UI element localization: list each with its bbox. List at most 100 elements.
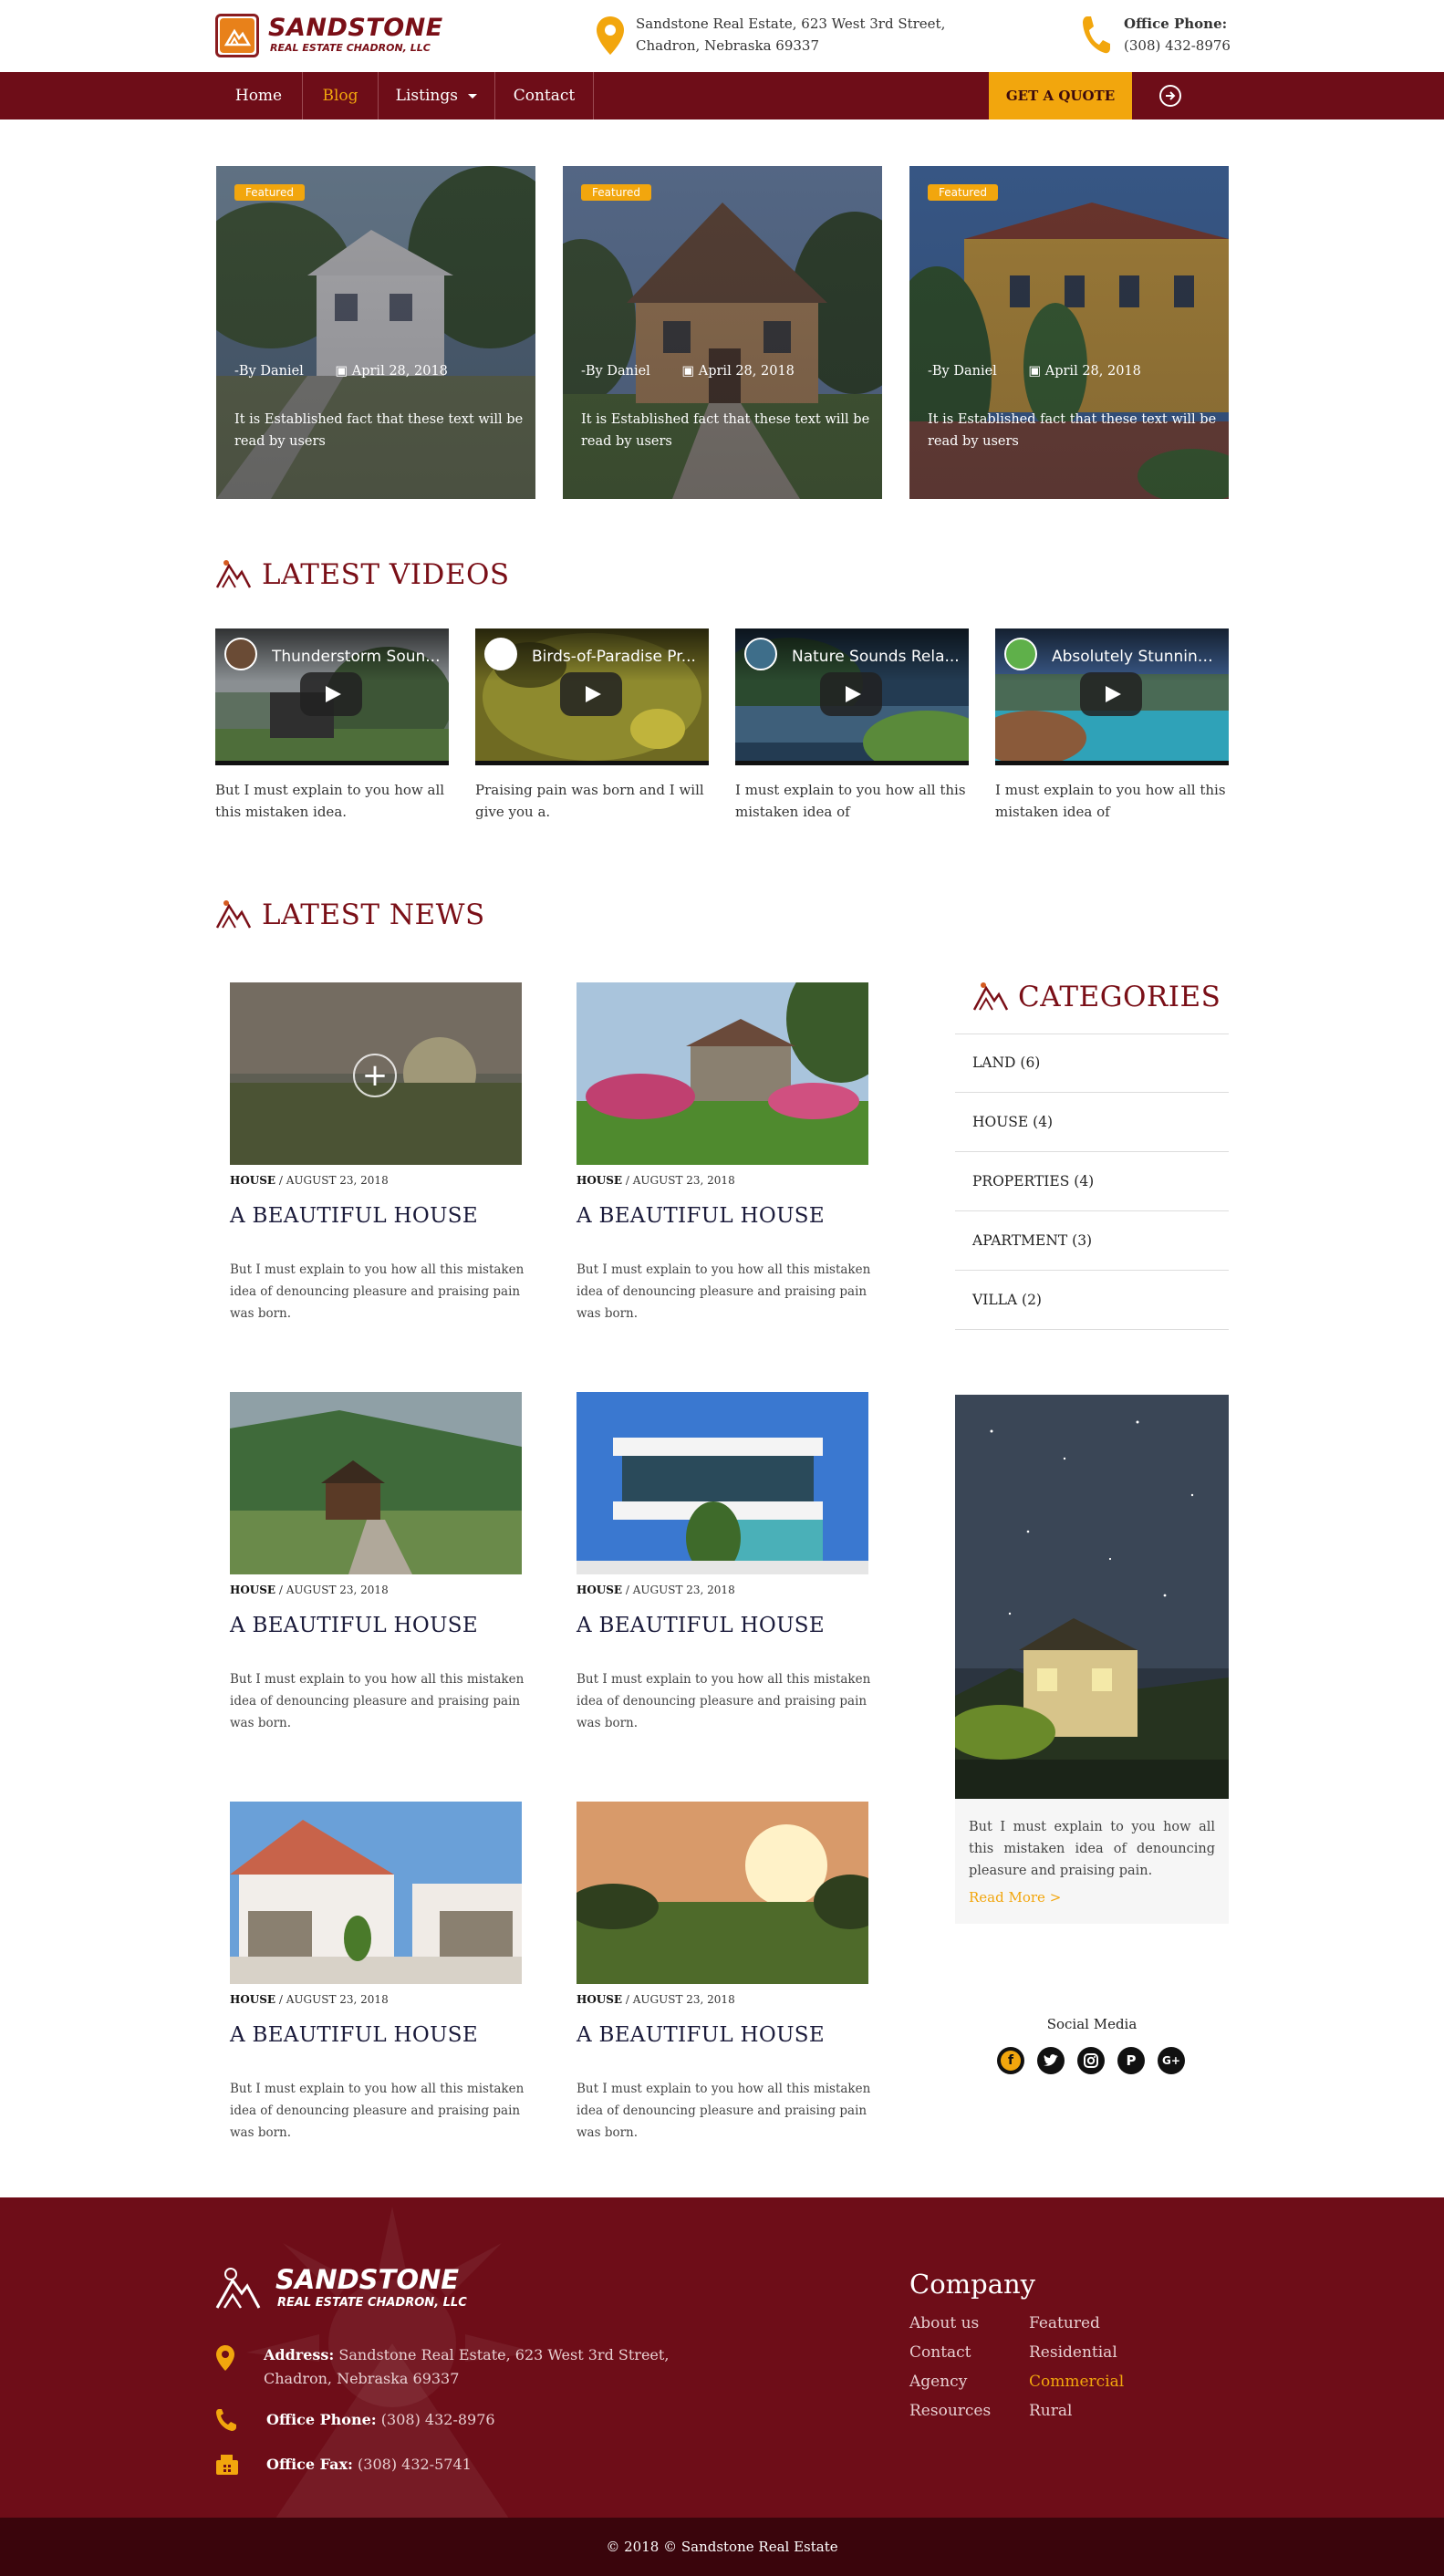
promo-text: But I must explain to you how all this m… bbox=[969, 1820, 1215, 1878]
footer-logo-name: SANDSTONE bbox=[275, 2264, 460, 2295]
news-desc: But I must explain to you how all this m… bbox=[577, 2082, 871, 2140]
featured-text: It is Established fact that these text w… bbox=[234, 412, 524, 449]
promo-card: But I must explain to you how all this m… bbox=[955, 1395, 1229, 1924]
category-item[interactable]: HOUSE (4) bbox=[955, 1093, 1229, 1152]
main-nav: Home Blog Listings Contact bbox=[0, 72, 1444, 119]
news-image[interactable] bbox=[577, 982, 868, 1165]
play-icon[interactable] bbox=[300, 672, 362, 716]
logo-mark-icon bbox=[215, 14, 259, 57]
news-image[interactable] bbox=[230, 1802, 522, 1984]
news-meta: HOUSE / AUGUST 23, 2018 bbox=[577, 1584, 735, 1596]
news-meta: HOUSE / AUGUST 23, 2018 bbox=[230, 1174, 389, 1187]
news-title[interactable]: A BEAUTIFUL HOUSE bbox=[577, 1614, 825, 1637]
site-logo[interactable]: SANDSTONE REAL ESTATE CHADRON, LLC bbox=[215, 13, 445, 60]
news-image[interactable] bbox=[577, 1802, 868, 1984]
news-meta: HOUSE / AUGUST 23, 2018 bbox=[577, 1993, 735, 2006]
get-a-quote-button[interactable]: GET A QUOTE bbox=[989, 72, 1132, 119]
featured-badge: Featured bbox=[234, 184, 305, 201]
copyright: © 2018 © Sandstone Real Estate bbox=[0, 2518, 1444, 2576]
footer-link-about[interactable]: About us bbox=[909, 2314, 979, 2332]
latest-videos-title: LATEST VIDEOS bbox=[262, 558, 510, 591]
footer-link-commercial[interactable]: Commercial bbox=[1029, 2373, 1124, 2391]
logo-name: SANDSTONE bbox=[268, 14, 443, 42]
login-arrow-icon[interactable] bbox=[1159, 85, 1181, 107]
play-icon[interactable] bbox=[1080, 672, 1142, 716]
phone-icon bbox=[215, 2408, 237, 2436]
mountain-icon bbox=[215, 898, 252, 933]
nav-listings[interactable]: Listings bbox=[379, 72, 495, 119]
news-desc: But I must explain to you how all this m… bbox=[577, 1672, 871, 1730]
featured-text: It is Established fact that these text w… bbox=[928, 412, 1217, 449]
news-meta: HOUSE / AUGUST 23, 2018 bbox=[230, 1993, 389, 2006]
news-title[interactable]: A BEAUTIFUL HOUSE bbox=[577, 2023, 825, 2047]
nav-home[interactable]: Home bbox=[215, 72, 303, 119]
category-item[interactable]: LAND (6) bbox=[955, 1034, 1229, 1093]
mountain-icon bbox=[215, 558, 252, 593]
news-desc: But I must explain to you how all this m… bbox=[230, 1262, 525, 1321]
footer-link-resources[interactable]: Resources bbox=[909, 2402, 991, 2420]
video-caption: I must explain to you how all this mista… bbox=[735, 782, 966, 820]
featured-meta: -By Daniel ▣ April 28, 2018 bbox=[928, 364, 1141, 379]
video-card[interactable]: Birds-of-Paradise Pr... bbox=[475, 628, 709, 765]
news-desc: But I must explain to you how all this m… bbox=[230, 2082, 525, 2140]
video-title: Absolutely Stunning ... bbox=[1052, 648, 1221, 666]
channel-avatar bbox=[1004, 638, 1037, 670]
header-address: Sandstone Real Estate, 623 West 3rd Stre… bbox=[636, 16, 946, 54]
news-title[interactable]: A BEAUTIFUL HOUSE bbox=[230, 1204, 478, 1228]
nav-blog[interactable]: Blog bbox=[303, 72, 379, 119]
play-icon[interactable] bbox=[560, 672, 622, 716]
video-caption: Praising pain was born and I will give y… bbox=[475, 782, 704, 820]
caret-down-icon bbox=[468, 94, 478, 99]
video-card[interactable]: Nature Sounds Rela... bbox=[735, 628, 969, 765]
logo-tagline: REAL ESTATE CHADRON, LLC bbox=[270, 42, 431, 54]
news-title[interactable]: A BEAUTIFUL HOUSE bbox=[577, 1204, 825, 1228]
category-item[interactable]: APARTMENT (3) bbox=[955, 1211, 1229, 1271]
news-meta: HOUSE / AUGUST 23, 2018 bbox=[577, 1174, 735, 1187]
read-more-link[interactable]: Read More > bbox=[969, 1889, 1061, 1906]
video-caption: I must explain to you how all this mista… bbox=[995, 782, 1226, 820]
news-title[interactable]: A BEAUTIFUL HOUSE bbox=[230, 2023, 478, 2047]
site-footer: SANDSTONE REAL ESTATE CHADRON, LLC Addre… bbox=[0, 2197, 1444, 2518]
footer-logo-mark-icon bbox=[215, 2266, 261, 2313]
category-item[interactable]: PROPERTIES (4) bbox=[955, 1152, 1229, 1211]
play-icon[interactable] bbox=[820, 672, 882, 716]
video-caption: But I must explain to you how all this m… bbox=[215, 782, 445, 820]
footer-company-title: Company bbox=[909, 2269, 1036, 2300]
zoom-plus-icon[interactable]: + bbox=[353, 1054, 397, 1097]
twitter-icon[interactable] bbox=[1037, 2047, 1065, 2074]
featured-card[interactable]: Featured -By Daniel ▣ April 28, 2018 It … bbox=[909, 166, 1229, 499]
mountain-icon bbox=[972, 981, 1009, 1015]
footer-link-residential[interactable]: Residential bbox=[1029, 2343, 1117, 2362]
fax-icon bbox=[215, 2454, 239, 2479]
facebook-icon[interactable]: f bbox=[997, 2047, 1024, 2074]
pinterest-icon[interactable]: P bbox=[1117, 2047, 1145, 2074]
calendar-icon: ▣ bbox=[335, 364, 348, 379]
video-title: Birds-of-Paradise Pr... bbox=[532, 648, 696, 666]
google-plus-icon[interactable]: G+ bbox=[1158, 2047, 1185, 2074]
instagram-icon[interactable] bbox=[1077, 2047, 1105, 2074]
news-image[interactable] bbox=[230, 1392, 522, 1574]
footer-link-contact[interactable]: Contact bbox=[909, 2343, 971, 2362]
video-card[interactable]: Absolutely Stunning ... bbox=[995, 628, 1229, 765]
nav-contact[interactable]: Contact bbox=[495, 72, 594, 119]
header-phone: Office Phone: (308) 432-8976 bbox=[1124, 16, 1231, 54]
news-title[interactable]: A BEAUTIFUL HOUSE bbox=[230, 1614, 478, 1637]
news-desc: But I must explain to you how all this m… bbox=[577, 1262, 871, 1321]
footer-fax: Office Fax: (308) 432-5741 bbox=[266, 2456, 472, 2473]
featured-card[interactable]: Featured -By Daniel ▣ April 28, 2018 It … bbox=[563, 166, 882, 499]
footer-link-agency[interactable]: Agency bbox=[909, 2373, 967, 2391]
video-title: Thunderstorm Soun... bbox=[272, 648, 441, 666]
video-card[interactable]: Thunderstorm Soun... bbox=[215, 628, 449, 765]
category-item[interactable]: VILLA (2) bbox=[955, 1271, 1229, 1330]
news-image[interactable]: + bbox=[230, 982, 522, 1165]
footer-link-featured[interactable]: Featured bbox=[1029, 2314, 1100, 2332]
footer-link-rural[interactable]: Rural bbox=[1029, 2402, 1072, 2420]
news-image[interactable] bbox=[577, 1392, 868, 1574]
video-title: Nature Sounds Rela... bbox=[792, 648, 960, 666]
footer-phone: Office Phone: (308) 432-8976 bbox=[266, 2411, 495, 2428]
promo-image bbox=[955, 1395, 1229, 1799]
calendar-icon: ▣ bbox=[681, 364, 695, 379]
nav-listings-label: Listings bbox=[395, 87, 458, 105]
channel-avatar bbox=[224, 638, 257, 670]
featured-card[interactable]: Featured -By Daniel ▣ April 28, 2018 It … bbox=[216, 166, 535, 499]
